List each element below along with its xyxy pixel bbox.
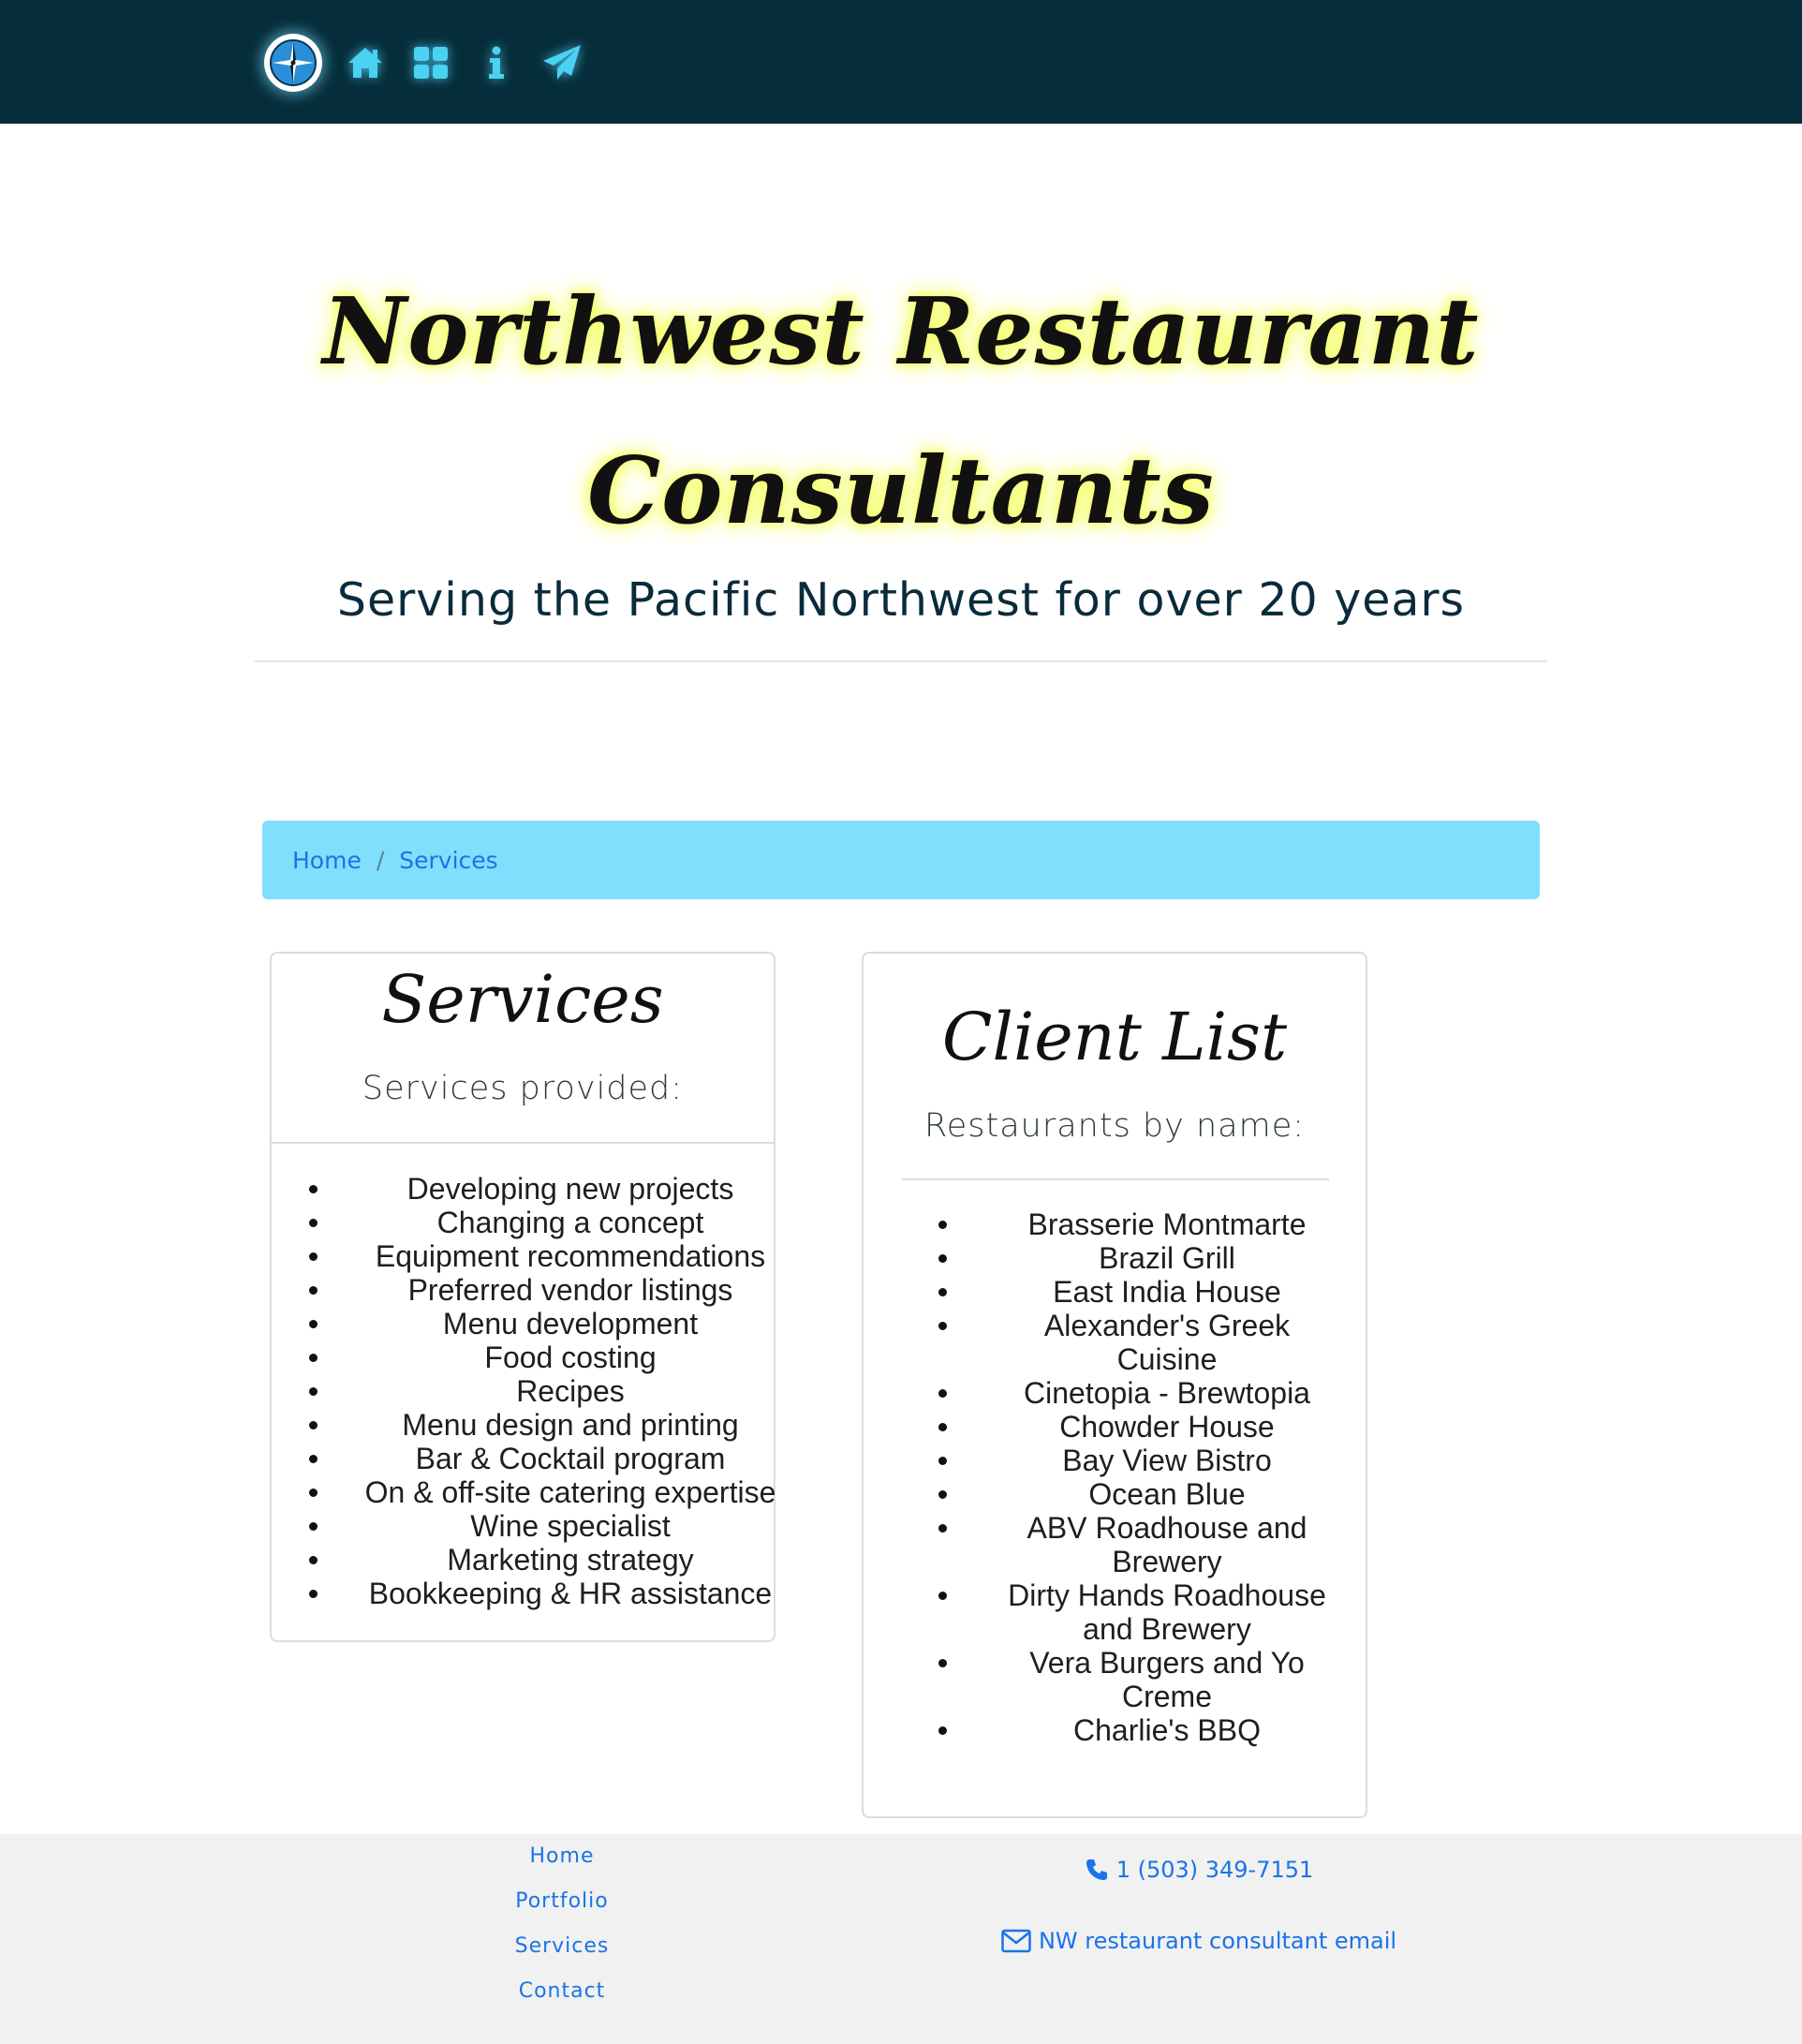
site-title-line-2: Consultants xyxy=(587,437,1215,545)
breadcrumb-separator: / xyxy=(376,846,385,874)
services-card-title: Services xyxy=(381,961,664,1038)
list-item: Vera Burgers and Yo Creme xyxy=(938,1646,1341,1713)
envelope-icon xyxy=(1001,1929,1031,1953)
top-navbar xyxy=(0,0,1802,124)
footer-link-services[interactable]: Services xyxy=(468,1924,656,1969)
list-item: Menu development xyxy=(309,1307,777,1340)
list-item: Equipment recommendations xyxy=(309,1239,777,1273)
services-card-divider xyxy=(272,1142,774,1144)
list-item: Changing a concept xyxy=(309,1206,777,1239)
list-item: Dirty Hands Roadhouse and Brewery xyxy=(938,1578,1341,1646)
list-item: Chowder House xyxy=(938,1410,1341,1444)
phone-icon xyxy=(1086,1859,1107,1880)
list-item: Ocean Blue xyxy=(938,1477,1341,1511)
page-footer: Home Portfolio Services Contact 1 (503) … xyxy=(0,1834,1802,2044)
list-item: Bookkeeping & HR assistance xyxy=(309,1577,777,1610)
list-item: Marketing strategy xyxy=(309,1543,777,1577)
phone-number: 1 (503) 349-7151 xyxy=(1115,1857,1314,1883)
list-item: Food costing xyxy=(309,1340,777,1374)
list-item: Cinetopia - Brewtopia xyxy=(938,1376,1341,1410)
services-card: Services Services provided: Developing n… xyxy=(270,952,775,1642)
site-title-line-1: Northwest Restaurant xyxy=(322,278,1480,386)
footer-link-portfolio[interactable]: Portfolio xyxy=(468,1879,656,1924)
footer-nav: Home Portfolio Services Contact xyxy=(468,1834,656,2014)
breadcrumb-home-link[interactable]: Home xyxy=(292,847,362,874)
footer-contact: 1 (503) 349-7151 NW restaurant consultan… xyxy=(890,1834,1508,1960)
list-item: Bay View Bistro xyxy=(938,1444,1341,1477)
home-icon[interactable] xyxy=(343,40,388,85)
grid-icon[interactable] xyxy=(408,40,453,85)
list-item: On & off-site catering expertise xyxy=(309,1475,777,1509)
email-label: NW restaurant consultant email xyxy=(1038,1928,1397,1954)
list-item: Charlie's BBQ xyxy=(938,1713,1341,1747)
client-list: Brasserie Montmarte Brazil Grill East In… xyxy=(938,1207,1341,1747)
client-list-card-subtitle: Restaurants by name: xyxy=(923,1107,1306,1145)
list-item: Preferred vendor listings xyxy=(309,1273,777,1307)
client-list-card: Client List Restaurants by name: Brasser… xyxy=(862,952,1367,1818)
email-link[interactable]: NW restaurant consultant email xyxy=(890,1922,1508,1960)
list-item: Developing new projects xyxy=(309,1172,777,1206)
list-item: Alexander's Greek Cuisine xyxy=(938,1309,1341,1376)
list-item: Bar & Cocktail program xyxy=(309,1442,777,1475)
breadcrumb: Home / Services xyxy=(262,821,1540,899)
client-list-card-divider xyxy=(902,1178,1329,1180)
list-item: Brazil Grill xyxy=(938,1241,1341,1275)
list-item: East India House xyxy=(938,1275,1341,1309)
footer-link-home[interactable]: Home xyxy=(468,1834,656,1879)
list-item: Wine specialist xyxy=(309,1509,777,1543)
compass-logo[interactable] xyxy=(264,34,322,92)
compass-icon xyxy=(270,39,317,86)
paper-plane-icon[interactable] xyxy=(539,40,584,85)
list-item: Brasserie Montmarte xyxy=(938,1207,1341,1241)
footer-link-contact[interactable]: Contact xyxy=(468,1969,656,2014)
list-item: Menu design and printing xyxy=(309,1408,777,1442)
list-item: ABV Roadhouse and Brewery xyxy=(938,1511,1341,1578)
header-divider xyxy=(255,660,1547,662)
tagline: Serving the Pacific Northwest for over 2… xyxy=(336,573,1466,627)
info-icon[interactable] xyxy=(474,40,519,85)
services-list: Developing new projects Changing a conce… xyxy=(309,1172,777,1610)
list-item: Recipes xyxy=(309,1374,777,1408)
hero-header: Northwest Restaurant Consultants xyxy=(0,253,1802,571)
phone-link[interactable]: 1 (503) 349-7151 xyxy=(890,1851,1508,1888)
site-title: Northwest Restaurant Consultants xyxy=(0,253,1802,571)
breadcrumb-services-link[interactable]: Services xyxy=(399,847,497,874)
services-card-subtitle: Services provided: xyxy=(362,1070,684,1107)
nav-icon-group xyxy=(264,30,584,96)
client-list-card-title: Client List xyxy=(941,999,1288,1075)
